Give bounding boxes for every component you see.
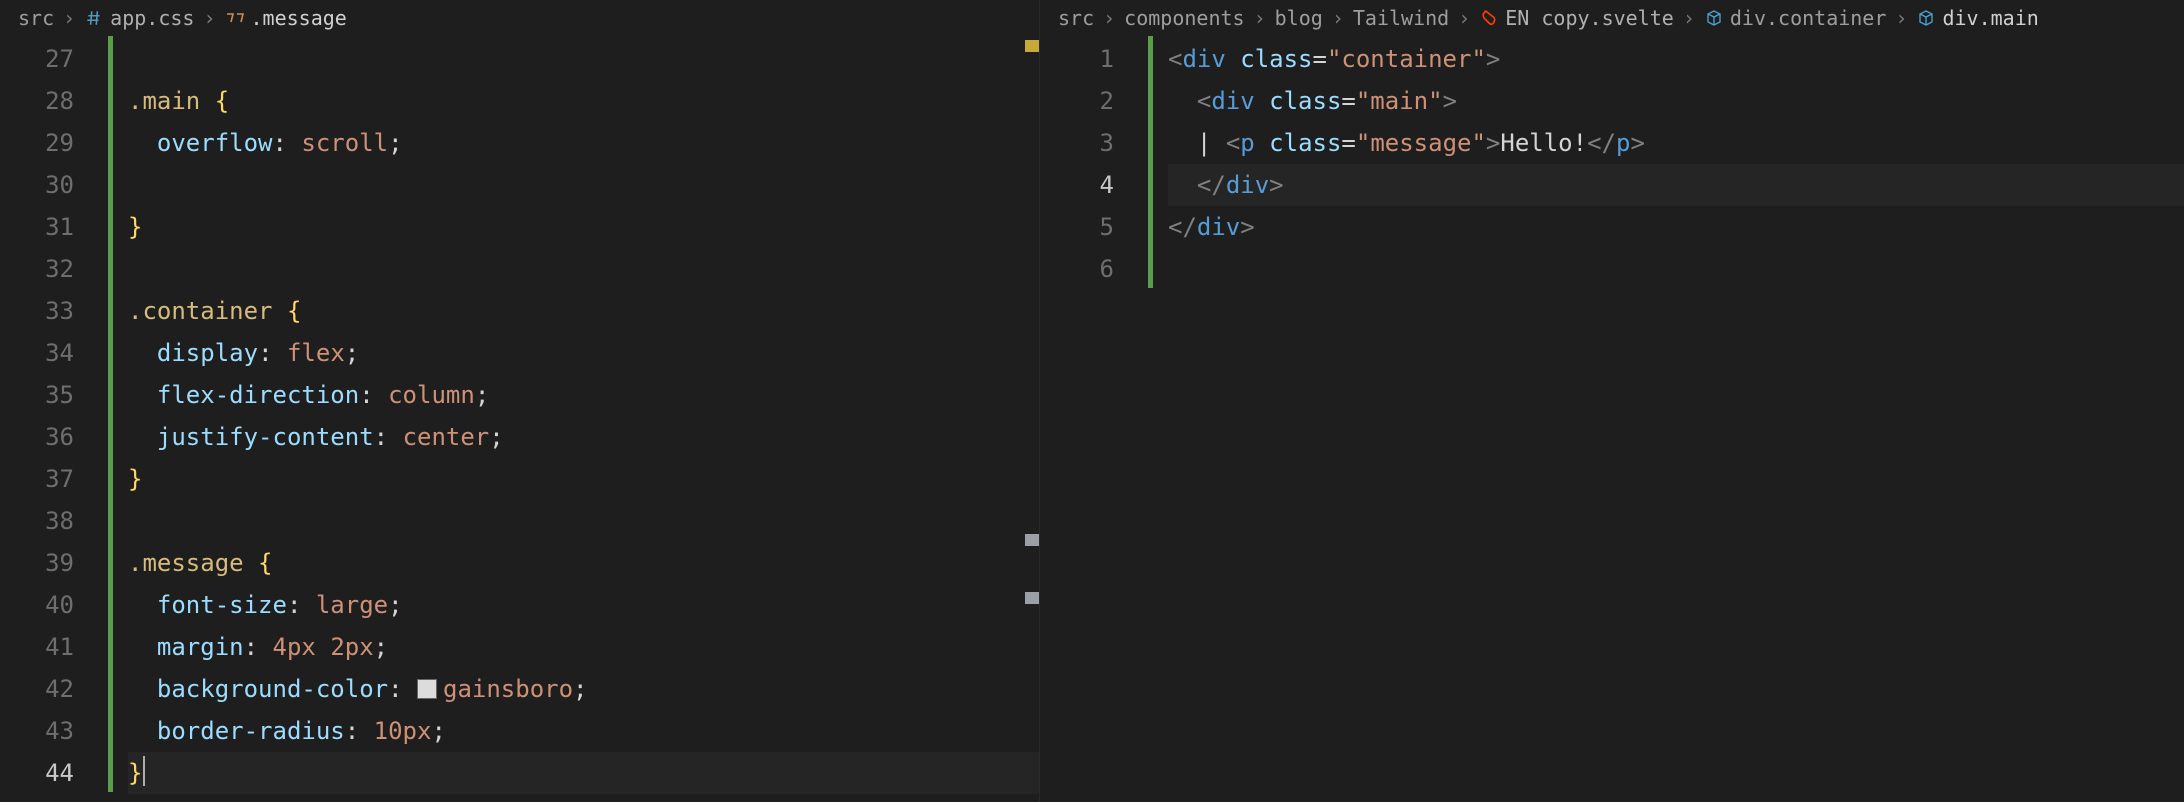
cube-icon xyxy=(1704,8,1724,28)
chevron-right-icon: › xyxy=(1895,6,1907,30)
breadcrumb-label: src xyxy=(18,6,54,30)
hash-icon xyxy=(84,8,104,28)
overview-marker[interactable] xyxy=(1025,592,1039,604)
color-swatch[interactable] xyxy=(417,679,437,699)
breadcrumb-label: components xyxy=(1124,6,1244,30)
svelte-icon xyxy=(1479,8,1499,28)
breadcrumb[interactable]: src › components › blog › Tailwind › EN … xyxy=(1040,0,2184,36)
breadcrumb-symbol[interactable]: div.container xyxy=(1704,6,1887,30)
line-number[interactable]: 1 xyxy=(1040,38,1114,80)
chevron-right-icon: › xyxy=(1683,6,1695,30)
code-line[interactable]: } xyxy=(128,458,1039,500)
code-line[interactable]: font-size: large; xyxy=(128,584,1039,626)
line-number[interactable]: 4 xyxy=(1040,164,1114,206)
overview-ruler[interactable] xyxy=(1025,36,1039,802)
code-line[interactable]: .main { xyxy=(128,80,1039,122)
overview-marker[interactable] xyxy=(1025,40,1039,52)
breadcrumb-label: Tailwind xyxy=(1353,6,1449,30)
line-number[interactable]: 34 xyxy=(0,332,74,374)
line-number[interactable]: 2 xyxy=(1040,80,1114,122)
code-line[interactable]: .container { xyxy=(128,290,1039,332)
breadcrumb-file[interactable]: EN copy.svelte xyxy=(1479,6,1674,30)
code-line[interactable] xyxy=(128,164,1039,206)
code-line[interactable]: justify-content: center; xyxy=(128,416,1039,458)
code-area[interactable]: <div class="container"> <div class="main… xyxy=(1148,36,2184,802)
chevron-right-icon: › xyxy=(1332,6,1344,30)
breadcrumb-symbol[interactable]: .message xyxy=(225,6,347,30)
code-line[interactable] xyxy=(128,500,1039,542)
code-line[interactable]: .message { xyxy=(128,542,1039,584)
text-cursor xyxy=(143,756,145,786)
line-number[interactable]: 32 xyxy=(0,248,74,290)
line-number[interactable]: 40 xyxy=(0,584,74,626)
line-number[interactable]: 38 xyxy=(0,500,74,542)
line-number[interactable]: 36 xyxy=(0,416,74,458)
breadcrumb-file[interactable]: app.css xyxy=(84,6,194,30)
line-number[interactable]: 31 xyxy=(0,206,74,248)
code-editor[interactable]: 123456 <div class="container"> <div clas… xyxy=(1040,36,2184,802)
editor-pane-right: src › components › blog › Tailwind › EN … xyxy=(1040,0,2184,802)
line-number[interactable]: 27 xyxy=(0,38,74,80)
line-number[interactable]: 43 xyxy=(0,710,74,752)
breadcrumb-symbol[interactable]: div.main xyxy=(1916,6,2038,30)
line-number[interactable]: 3 xyxy=(1040,122,1114,164)
line-number[interactable]: 30 xyxy=(0,164,74,206)
code-line[interactable]: </div> xyxy=(1168,164,2184,206)
breadcrumb-label: div.container xyxy=(1730,6,1887,30)
code-line[interactable] xyxy=(1168,248,2184,290)
chevron-right-icon: › xyxy=(1458,6,1470,30)
line-number[interactable]: 44 xyxy=(0,752,74,794)
code-area[interactable]: .main { overflow: scroll;} .container { d… xyxy=(108,36,1039,802)
breadcrumb-folder[interactable]: blog xyxy=(1275,6,1323,30)
line-number[interactable]: 33 xyxy=(0,290,74,332)
line-number[interactable]: 35 xyxy=(0,374,74,416)
line-number-gutter[interactable]: 272829303132333435363738394041424344 xyxy=(0,36,108,802)
code-line[interactable] xyxy=(128,38,1039,80)
code-line[interactable]: display: flex; xyxy=(128,332,1039,374)
code-line[interactable]: flex-direction: column; xyxy=(128,374,1039,416)
breadcrumb-folder[interactable]: src xyxy=(1058,6,1094,30)
breadcrumb-label: .message xyxy=(251,6,347,30)
breadcrumb-label: div.main xyxy=(1942,6,2038,30)
code-line[interactable]: </div> xyxy=(1168,206,2184,248)
chevron-right-icon: › xyxy=(1254,6,1266,30)
line-number[interactable]: 39 xyxy=(0,542,74,584)
code-line[interactable]: margin: 4px 2px; xyxy=(128,626,1039,668)
line-number-gutter[interactable]: 123456 xyxy=(1040,36,1148,802)
code-line[interactable]: <div class="container"> xyxy=(1168,38,2184,80)
line-number[interactable]: 5 xyxy=(1040,206,1114,248)
code-line[interactable] xyxy=(128,248,1039,290)
code-line[interactable]: } xyxy=(128,752,1039,794)
code-line[interactable]: overflow: scroll; xyxy=(128,122,1039,164)
code-line[interactable]: background-color: gainsboro; xyxy=(128,668,1039,710)
editor-pane-left: src › app.css › .message 272829303132333… xyxy=(0,0,1040,802)
line-number[interactable]: 28 xyxy=(0,80,74,122)
breadcrumb-folder[interactable]: components xyxy=(1124,6,1244,30)
code-line[interactable]: } xyxy=(128,206,1039,248)
chevron-right-icon: › xyxy=(63,6,75,30)
css-rule-icon xyxy=(225,8,245,28)
code-line[interactable]: border-radius: 10px; xyxy=(128,710,1039,752)
breadcrumb-label: blog xyxy=(1275,6,1323,30)
chevron-right-icon: › xyxy=(1103,6,1115,30)
breadcrumb-label: src xyxy=(1058,6,1094,30)
line-number[interactable]: 42 xyxy=(0,668,74,710)
code-line[interactable]: | <p class="message">Hello!</p> xyxy=(1168,122,2184,164)
code-line[interactable]: <div class="main"> xyxy=(1168,80,2184,122)
overview-marker[interactable] xyxy=(1025,534,1039,546)
code-editor[interactable]: 272829303132333435363738394041424344 .ma… xyxy=(0,36,1039,802)
breadcrumb-folder[interactable]: src xyxy=(18,6,54,30)
chevron-right-icon: › xyxy=(203,6,215,30)
cube-icon xyxy=(1916,8,1936,28)
breadcrumb-folder[interactable]: Tailwind xyxy=(1353,6,1449,30)
breadcrumb-label: app.css xyxy=(110,6,194,30)
breadcrumb-label: EN copy.svelte xyxy=(1505,6,1674,30)
line-number[interactable]: 6 xyxy=(1040,248,1114,290)
breadcrumb[interactable]: src › app.css › .message xyxy=(0,0,1039,36)
line-number[interactable]: 37 xyxy=(0,458,74,500)
line-number[interactable]: 41 xyxy=(0,626,74,668)
line-number[interactable]: 29 xyxy=(0,122,74,164)
